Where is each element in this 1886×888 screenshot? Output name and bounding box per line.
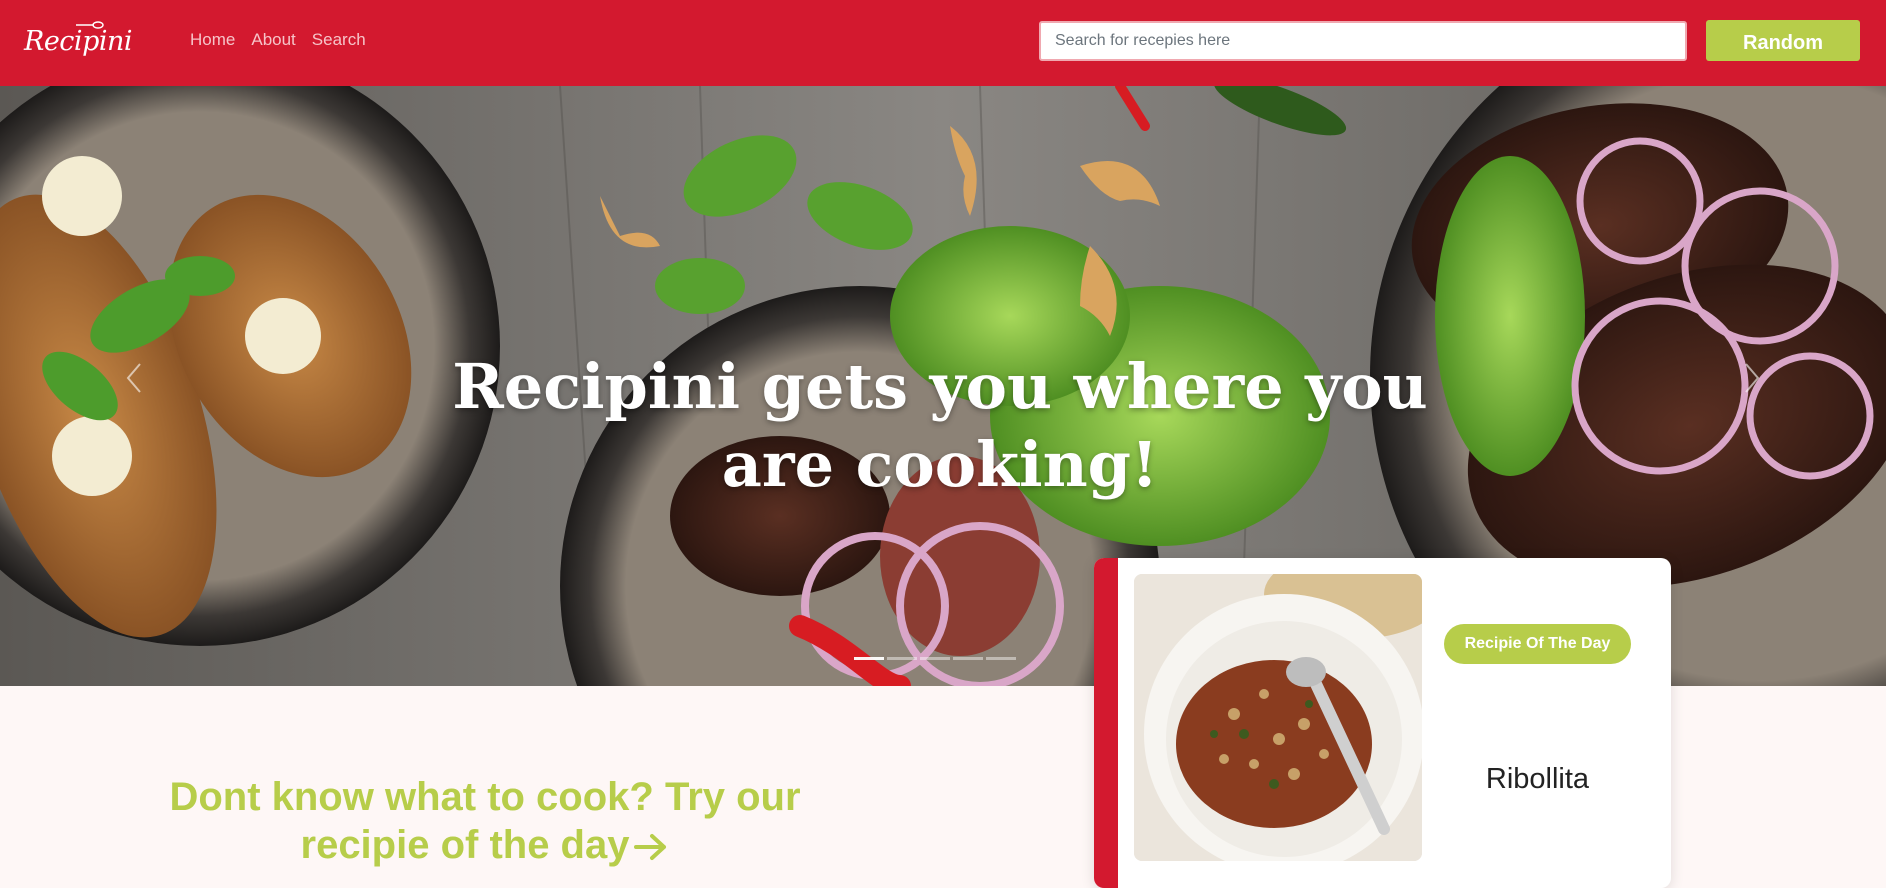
navbar: Recipini Home About Search Random bbox=[0, 0, 1886, 86]
recipe-of-day-cta[interactable]: Dont know what to cook? Try our recipie … bbox=[140, 773, 830, 869]
recipe-image bbox=[1134, 574, 1422, 861]
carousel-indicator-2[interactable] bbox=[887, 657, 917, 660]
spoon-icon bbox=[76, 21, 104, 29]
carousel-indicator-4[interactable] bbox=[953, 657, 983, 660]
cta-text: Dont know what to cook? Try our recipie … bbox=[169, 775, 801, 867]
carousel-prev-button[interactable] bbox=[116, 356, 156, 400]
brand-logo[interactable]: Recipini bbox=[22, 14, 133, 62]
recipe-title[interactable]: Ribollita bbox=[1444, 763, 1631, 796]
carousel-indicator-1[interactable] bbox=[854, 657, 884, 660]
card-accent-stripe bbox=[1094, 558, 1118, 888]
recipe-of-day-badge[interactable]: Recipie Of The Day bbox=[1444, 624, 1631, 664]
arrow-right-icon bbox=[634, 834, 667, 861]
carousel-indicators bbox=[854, 657, 1016, 660]
chevron-left-icon bbox=[126, 363, 141, 393]
carousel-indicator-5[interactable] bbox=[986, 657, 1016, 660]
random-button[interactable]: Random bbox=[1706, 20, 1860, 61]
nav-links: Home About Search bbox=[190, 30, 366, 50]
nav-link-home[interactable]: Home bbox=[190, 30, 235, 50]
carousel-next-button[interactable] bbox=[1730, 356, 1770, 400]
recipe-of-day-card[interactable]: Recipie Of The Day Ribollita bbox=[1094, 558, 1671, 888]
hero-title: Recipini gets you where you are cooking! bbox=[452, 349, 1428, 501]
search-input[interactable] bbox=[1039, 21, 1687, 61]
carousel-indicator-3[interactable] bbox=[920, 657, 950, 660]
logo-text: Recipini bbox=[24, 26, 133, 57]
chevron-right-icon bbox=[1745, 363, 1760, 393]
nav-link-about[interactable]: About bbox=[251, 30, 295, 50]
nav-link-search[interactable]: Search bbox=[312, 30, 366, 50]
